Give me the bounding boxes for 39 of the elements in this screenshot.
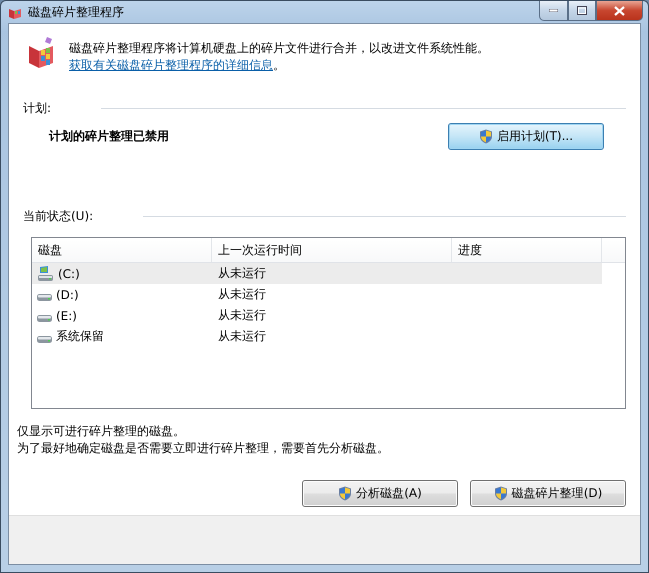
window-title: 磁盘碎片整理程序 [28, 4, 124, 20]
analyze-disk-button[interactable]: 分析磁盘(A) [302, 480, 458, 507]
column-header[interactable]: 磁盘 [32, 238, 212, 262]
section-heading: 当前状态(U): [23, 208, 94, 225]
last-run-time: 从未运行 [218, 328, 266, 345]
maximize-icon [577, 6, 587, 15]
help-link[interactable]: 获取有关磁盘碎片整理程序的详细信息 [69, 58, 273, 72]
last-run-time: 从未运行 [218, 307, 266, 324]
close-button[interactable] [596, 1, 643, 21]
shield-icon [494, 486, 508, 501]
system-drive-icon [37, 266, 54, 282]
disk-name: (C:) [58, 266, 80, 280]
column-header[interactable]: 上一次运行时间 [212, 238, 452, 262]
note-text: 仅显示可进行碎片整理的磁盘。 [17, 423, 186, 440]
column-header[interactable]: 进度 [452, 238, 602, 262]
disk-row[interactable]: (D:) 从未运行 [32, 284, 602, 305]
drive-icon [37, 336, 52, 343]
disk-row[interactable]: (E:) 从未运行 [32, 305, 602, 326]
description: 磁盘碎片整理程序将计算机硬盘上的碎片文件进行合并，以改进文件系统性能。 获取有关磁盘碎片整理程序的详细信息。 [69, 40, 490, 74]
disk-name: (E:) [56, 308, 77, 322]
disk-name: (D:) [56, 288, 79, 302]
minimize-button[interactable] [539, 1, 568, 21]
shield-icon [478, 129, 493, 144]
section-heading: 计划: [23, 100, 52, 117]
last-run-time: 从未运行 [218, 265, 266, 282]
last-run-time: 从未运行 [218, 286, 266, 303]
drive-icon [37, 315, 52, 322]
disk-name: 系统保留 [56, 328, 104, 345]
close-icon [614, 6, 625, 16]
schedule-status: 计划的碎片整理已禁用 [49, 128, 169, 145]
note-text: 为了最好地确定磁盘是否需要立即进行碎片整理，需要首先分析磁盘。 [17, 440, 390, 457]
shield-icon [338, 486, 352, 501]
disk-row[interactable]: 系统保留 从未运行 [32, 326, 602, 347]
defragment-button[interactable]: 磁盘碎片整理(D) [470, 480, 626, 507]
disk-row[interactable]: (C:) 从未运行 [32, 263, 602, 284]
maximize-button[interactable] [568, 1, 596, 21]
enable-schedule-button[interactable]: 启用计划(T)... [448, 123, 604, 150]
minimize-icon [549, 9, 558, 12]
drive-icon [37, 294, 52, 301]
